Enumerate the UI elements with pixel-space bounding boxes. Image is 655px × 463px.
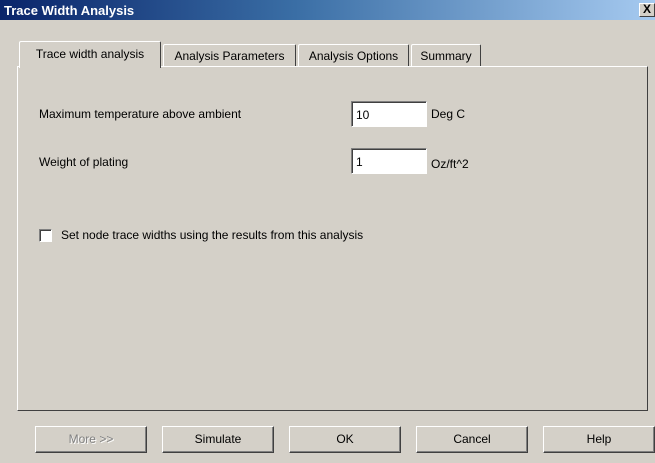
- tab-trace-width-analysis[interactable]: Trace width analysis: [19, 41, 161, 68]
- tab-analysis-parameters[interactable]: Analysis Parameters: [163, 44, 296, 66]
- title-bar: Trace Width Analysis X: [0, 0, 655, 20]
- tab-label: Trace width analysis: [35, 47, 145, 61]
- more-button[interactable]: More >>: [35, 426, 147, 453]
- tab-label: Summary: [420, 49, 472, 63]
- tab-label: Analysis Options: [308, 49, 399, 63]
- ok-button[interactable]: OK: [289, 426, 401, 453]
- tab-analysis-options[interactable]: Analysis Options: [298, 44, 409, 66]
- cancel-button[interactable]: Cancel: [416, 426, 528, 453]
- tab-panel-trace-width-analysis: [17, 66, 648, 411]
- window-title: Trace Width Analysis: [4, 3, 135, 18]
- tab-label: Analysis Parameters: [174, 49, 285, 63]
- help-button[interactable]: Help: [543, 426, 655, 453]
- tab-summary[interactable]: Summary: [411, 44, 481, 66]
- trace-width-analysis-dialog: Trace Width Analysis X Trace width analy…: [0, 0, 655, 463]
- close-button[interactable]: X: [639, 3, 655, 17]
- simulate-button[interactable]: Simulate: [162, 426, 274, 453]
